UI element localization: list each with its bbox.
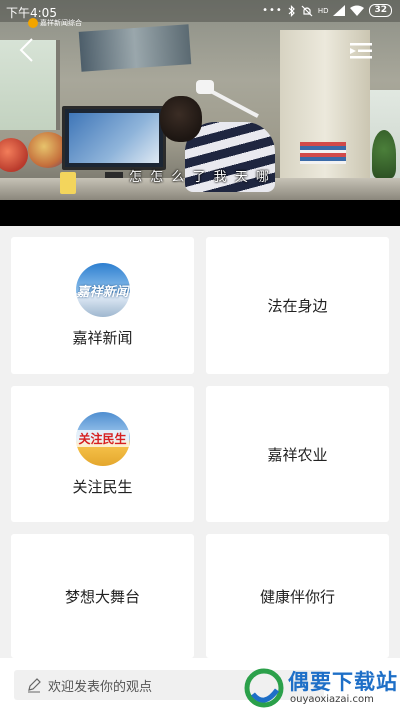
bluetooth-icon	[288, 4, 295, 17]
card-dream-stage[interactable]: 梦想大舞台	[11, 534, 194, 658]
playlist-button[interactable]	[350, 42, 374, 60]
site-watermark: 偶要下载站 ouyaoxiazai.com	[244, 664, 400, 711]
card-label: 关注民生	[72, 477, 133, 496]
channel-name: 嘉祥新闻综合	[40, 19, 82, 27]
card-health[interactable]: 健康伴你行	[206, 534, 389, 658]
scene-person-head	[160, 96, 202, 142]
status-icons: ••• HD 32	[262, 4, 392, 17]
chevron-left-icon	[19, 38, 33, 62]
watermark-url: ouyaoxiazai.com	[290, 694, 374, 705]
notification-dots: •••	[262, 5, 283, 16]
watermark-logo-icon	[244, 668, 284, 708]
news-logo-icon: 嘉祥新闻	[75, 263, 130, 317]
back-button[interactable]	[16, 36, 38, 64]
pencil-icon	[28, 678, 41, 693]
mute-icon	[301, 5, 313, 16]
card-label: 健康伴你行	[259, 587, 335, 606]
battery-icon: 32	[369, 4, 392, 17]
video-subtitle: 怎 怎 么 了 我 天 哪	[129, 170, 271, 185]
card-jiaxiang-news[interactable]: 嘉祥新闻 嘉祥新闻	[11, 237, 194, 374]
video-player[interactable]: 怎 怎 么 了 我 天 哪	[0, 0, 400, 226]
card-label: 嘉祥新闻	[72, 329, 133, 347]
watermark-title: 偶要下载站	[288, 670, 398, 694]
card-jiaxiang-agriculture[interactable]: 嘉祥农业	[206, 386, 389, 522]
wifi-icon	[350, 5, 365, 16]
card-people-life[interactable]: 关注民生 关注民生	[11, 386, 194, 522]
comment-placeholder: 欢迎发表你的观点	[48, 679, 153, 695]
scene-lamp	[196, 80, 214, 94]
card-label: 嘉祥农业	[267, 445, 328, 464]
scene-poster	[78, 24, 192, 72]
channel-logo-icon	[28, 18, 38, 28]
card-label: 法在身边	[267, 297, 328, 315]
scene-monitor	[62, 106, 166, 170]
card-label: 梦想大舞台	[64, 587, 140, 606]
scene-books	[300, 142, 346, 164]
people-life-logo-icon: 关注民生	[75, 411, 130, 466]
card-law-around[interactable]: 法在身边	[206, 237, 389, 374]
channel-badge: 嘉祥新闻综合	[28, 18, 82, 28]
signal-icon	[333, 5, 346, 16]
video-letterbox	[0, 200, 400, 226]
playlist-icon	[350, 43, 372, 59]
network-type: HD	[317, 6, 329, 15]
